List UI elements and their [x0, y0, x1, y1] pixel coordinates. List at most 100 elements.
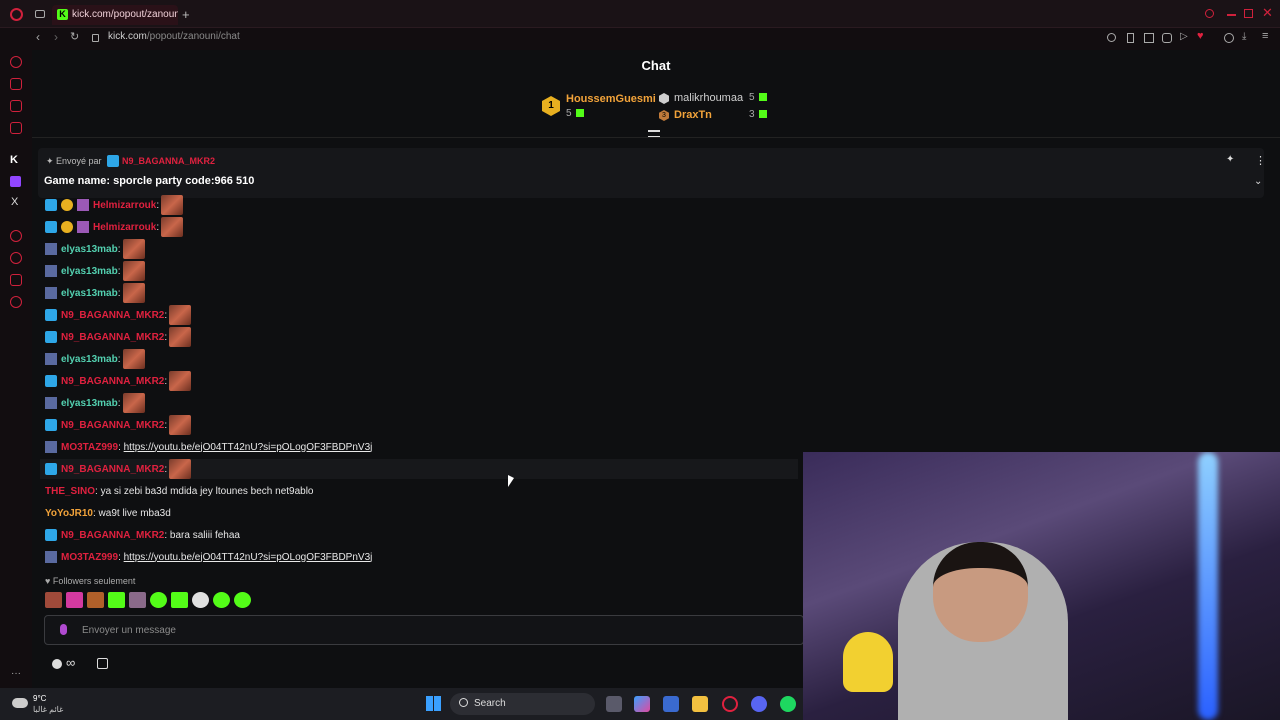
file-explorer-icon[interactable]	[692, 696, 708, 712]
emote-button[interactable]	[45, 592, 62, 608]
message-username[interactable]: MO3TAZ999	[61, 442, 118, 453]
taskbar-search[interactable]: Search	[450, 693, 595, 715]
emote-button[interactable]	[213, 592, 230, 608]
store-icon[interactable]	[97, 658, 108, 669]
discord-icon[interactable]	[751, 696, 767, 712]
emote-button[interactable]	[108, 592, 125, 608]
sidebar-wallet-icon[interactable]	[10, 78, 22, 90]
message-username[interactable]: Helmizarrouk	[93, 222, 156, 233]
message-username[interactable]: N9_BAGANNA_MKR2	[61, 464, 164, 475]
opera-gx-icon[interactable]	[722, 696, 738, 712]
chat-message[interactable]: elyas13mab:	[45, 261, 145, 281]
message-username[interactable]: N9_BAGANNA_MKR2	[61, 310, 164, 321]
chat-message[interactable]: N9_BAGANNA_MKR2:	[45, 327, 192, 347]
sidebar-settings-icon[interactable]	[10, 296, 22, 308]
chat-message[interactable]: elyas13mab:	[45, 349, 145, 369]
leader-3-name[interactable]: DraxTn	[674, 109, 712, 121]
chat-message[interactable]: N9_BAGANNA_MKR2:	[40, 459, 798, 479]
spotify-icon[interactable]	[780, 696, 796, 712]
pinned-options-icon[interactable]: ⋮	[1255, 154, 1266, 167]
message-username[interactable]: MO3TAZ999	[61, 552, 118, 563]
start-button[interactable]	[426, 696, 441, 711]
sidebar-x-icon[interactable]: X	[11, 196, 18, 208]
url-field[interactable]: kick.com/popout/zanouni/chat	[108, 31, 240, 42]
leader-2-name[interactable]: malikrhoumaa	[674, 92, 743, 104]
sidebar-more-icon[interactable]: ···	[11, 668, 21, 679]
pinned-sent-by-user[interactable]: N9_BAGANNA_MKR2	[122, 156, 215, 166]
chat-message[interactable]: N9_BAGANNA_MKR2:	[45, 305, 192, 325]
message-link[interactable]: https://youtu.be/ejO04TT42nU?si=pOLogOF3…	[124, 442, 373, 453]
message-username[interactable]: elyas13mab	[61, 288, 118, 299]
window-search-icon[interactable]	[1205, 9, 1214, 18]
emote-button[interactable]	[234, 592, 251, 608]
message-username[interactable]: YoYoJR10	[45, 508, 93, 519]
infinity-icon[interactable]: ∞	[66, 655, 75, 670]
sidebar-player-icon[interactable]	[10, 230, 22, 242]
message-username[interactable]: N9_BAGANNA_MKR2	[61, 376, 164, 387]
message-username[interactable]: N9_BAGANNA_MKR2	[61, 332, 164, 343]
sidebar-kick-icon[interactable]: K	[10, 154, 18, 166]
tab-kick[interactable]: K kick.com/popout/zanouni	[52, 5, 178, 25]
new-tab-button[interactable]: +	[182, 7, 190, 22]
task-view-icon[interactable]	[606, 696, 622, 712]
mic-icon[interactable]	[60, 624, 67, 635]
player-icon[interactable]: ▷	[1180, 31, 1188, 42]
chat-message[interactable]: Helmizarrouk:	[45, 217, 184, 237]
zoom-icon[interactable]	[1107, 33, 1116, 42]
message-username[interactable]: N9_BAGANNA_MKR2	[61, 420, 164, 431]
chat-message[interactable]: MO3TAZ999: https://youtu.be/ejO04TT42nU?…	[45, 547, 372, 567]
sidebar-history-icon[interactable]	[10, 56, 22, 68]
close-button[interactable]: ✕	[1262, 5, 1273, 21]
message-link[interactable]: https://youtu.be/ejO04TT42nU?si=pOLogOF3…	[124, 552, 373, 563]
message-username[interactable]: elyas13mab	[61, 354, 118, 365]
sidebar-mail-icon[interactable]	[10, 122, 22, 134]
chat-message[interactable]: N9_BAGANNA_MKR2: bara saliii fehaa	[45, 525, 240, 545]
message-username[interactable]: THE_SINO	[45, 486, 95, 497]
maximize-button[interactable]	[1244, 9, 1253, 18]
message-username[interactable]: elyas13mab	[61, 398, 118, 409]
sidebar-messenger-icon[interactable]	[10, 100, 22, 112]
chat-input[interactable]: Envoyer un message	[44, 615, 804, 645]
message-username[interactable]: N9_BAGANNA_MKR2	[61, 530, 164, 541]
shield-icon[interactable]	[1162, 33, 1172, 43]
menu-icon[interactable]: ≡	[1262, 30, 1268, 42]
weather-icon[interactable]	[12, 698, 28, 708]
emote-button[interactable]	[171, 592, 188, 608]
emote-button[interactable]	[150, 592, 167, 608]
sidebar-clock-icon[interactable]	[10, 252, 22, 264]
forward-icon[interactable]: ›	[54, 30, 58, 44]
emote-picker-icon[interactable]	[52, 659, 62, 669]
chat-message[interactable]: YoYoJR10: wa9t live mba3d	[45, 503, 171, 523]
reload-icon[interactable]: ↻	[70, 30, 79, 43]
chat-message[interactable]: elyas13mab:	[45, 239, 145, 259]
emote-button[interactable]	[192, 592, 209, 608]
chat-message[interactable]: MO3TAZ999: https://youtu.be/ejO04TT42nU?…	[45, 437, 372, 457]
store-app-icon[interactable]	[663, 696, 679, 712]
expand-pinned-icon[interactable]: ⌄	[1254, 176, 1262, 187]
emote-button[interactable]	[66, 592, 83, 608]
download-icon[interactable]: ⤓	[1242, 31, 1246, 42]
browser-logo-icon[interactable]	[10, 8, 23, 21]
message-username[interactable]: Helmizarrouk	[93, 200, 156, 211]
emote-button[interactable]	[87, 592, 104, 608]
chat-message[interactable]: N9_BAGANNA_MKR2:	[45, 415, 192, 435]
chat-message[interactable]: elyas13mab:	[45, 283, 145, 303]
chat-message[interactable]: THE_SINO: ya si zebi ba3d mdida jey ltou…	[45, 481, 314, 501]
copilot-icon[interactable]	[634, 696, 650, 712]
account-icon[interactable]	[1224, 33, 1234, 43]
back-icon[interactable]: ‹	[36, 30, 40, 44]
bookmark-icon[interactable]	[1127, 33, 1134, 43]
unpin-icon[interactable]: ✦	[1226, 154, 1234, 165]
sidebar-twitch-icon[interactable]	[10, 176, 21, 187]
chat-message[interactable]: N9_BAGANNA_MKR2:	[45, 371, 192, 391]
chat-message[interactable]: elyas13mab:	[45, 393, 145, 413]
minimize-button[interactable]	[1227, 14, 1236, 16]
chat-message[interactable]: Helmizarrouk:	[45, 195, 184, 215]
message-username[interactable]: elyas13mab	[61, 266, 118, 277]
sidebar-pin-icon[interactable]	[10, 274, 22, 286]
tab-manager-icon[interactable]	[35, 10, 45, 18]
heart-icon[interactable]: ♥	[1197, 30, 1204, 42]
leader-1-name[interactable]: HoussemGuesmi	[566, 93, 656, 105]
snapshot-icon[interactable]	[1144, 33, 1154, 43]
emote-button[interactable]	[129, 592, 146, 608]
